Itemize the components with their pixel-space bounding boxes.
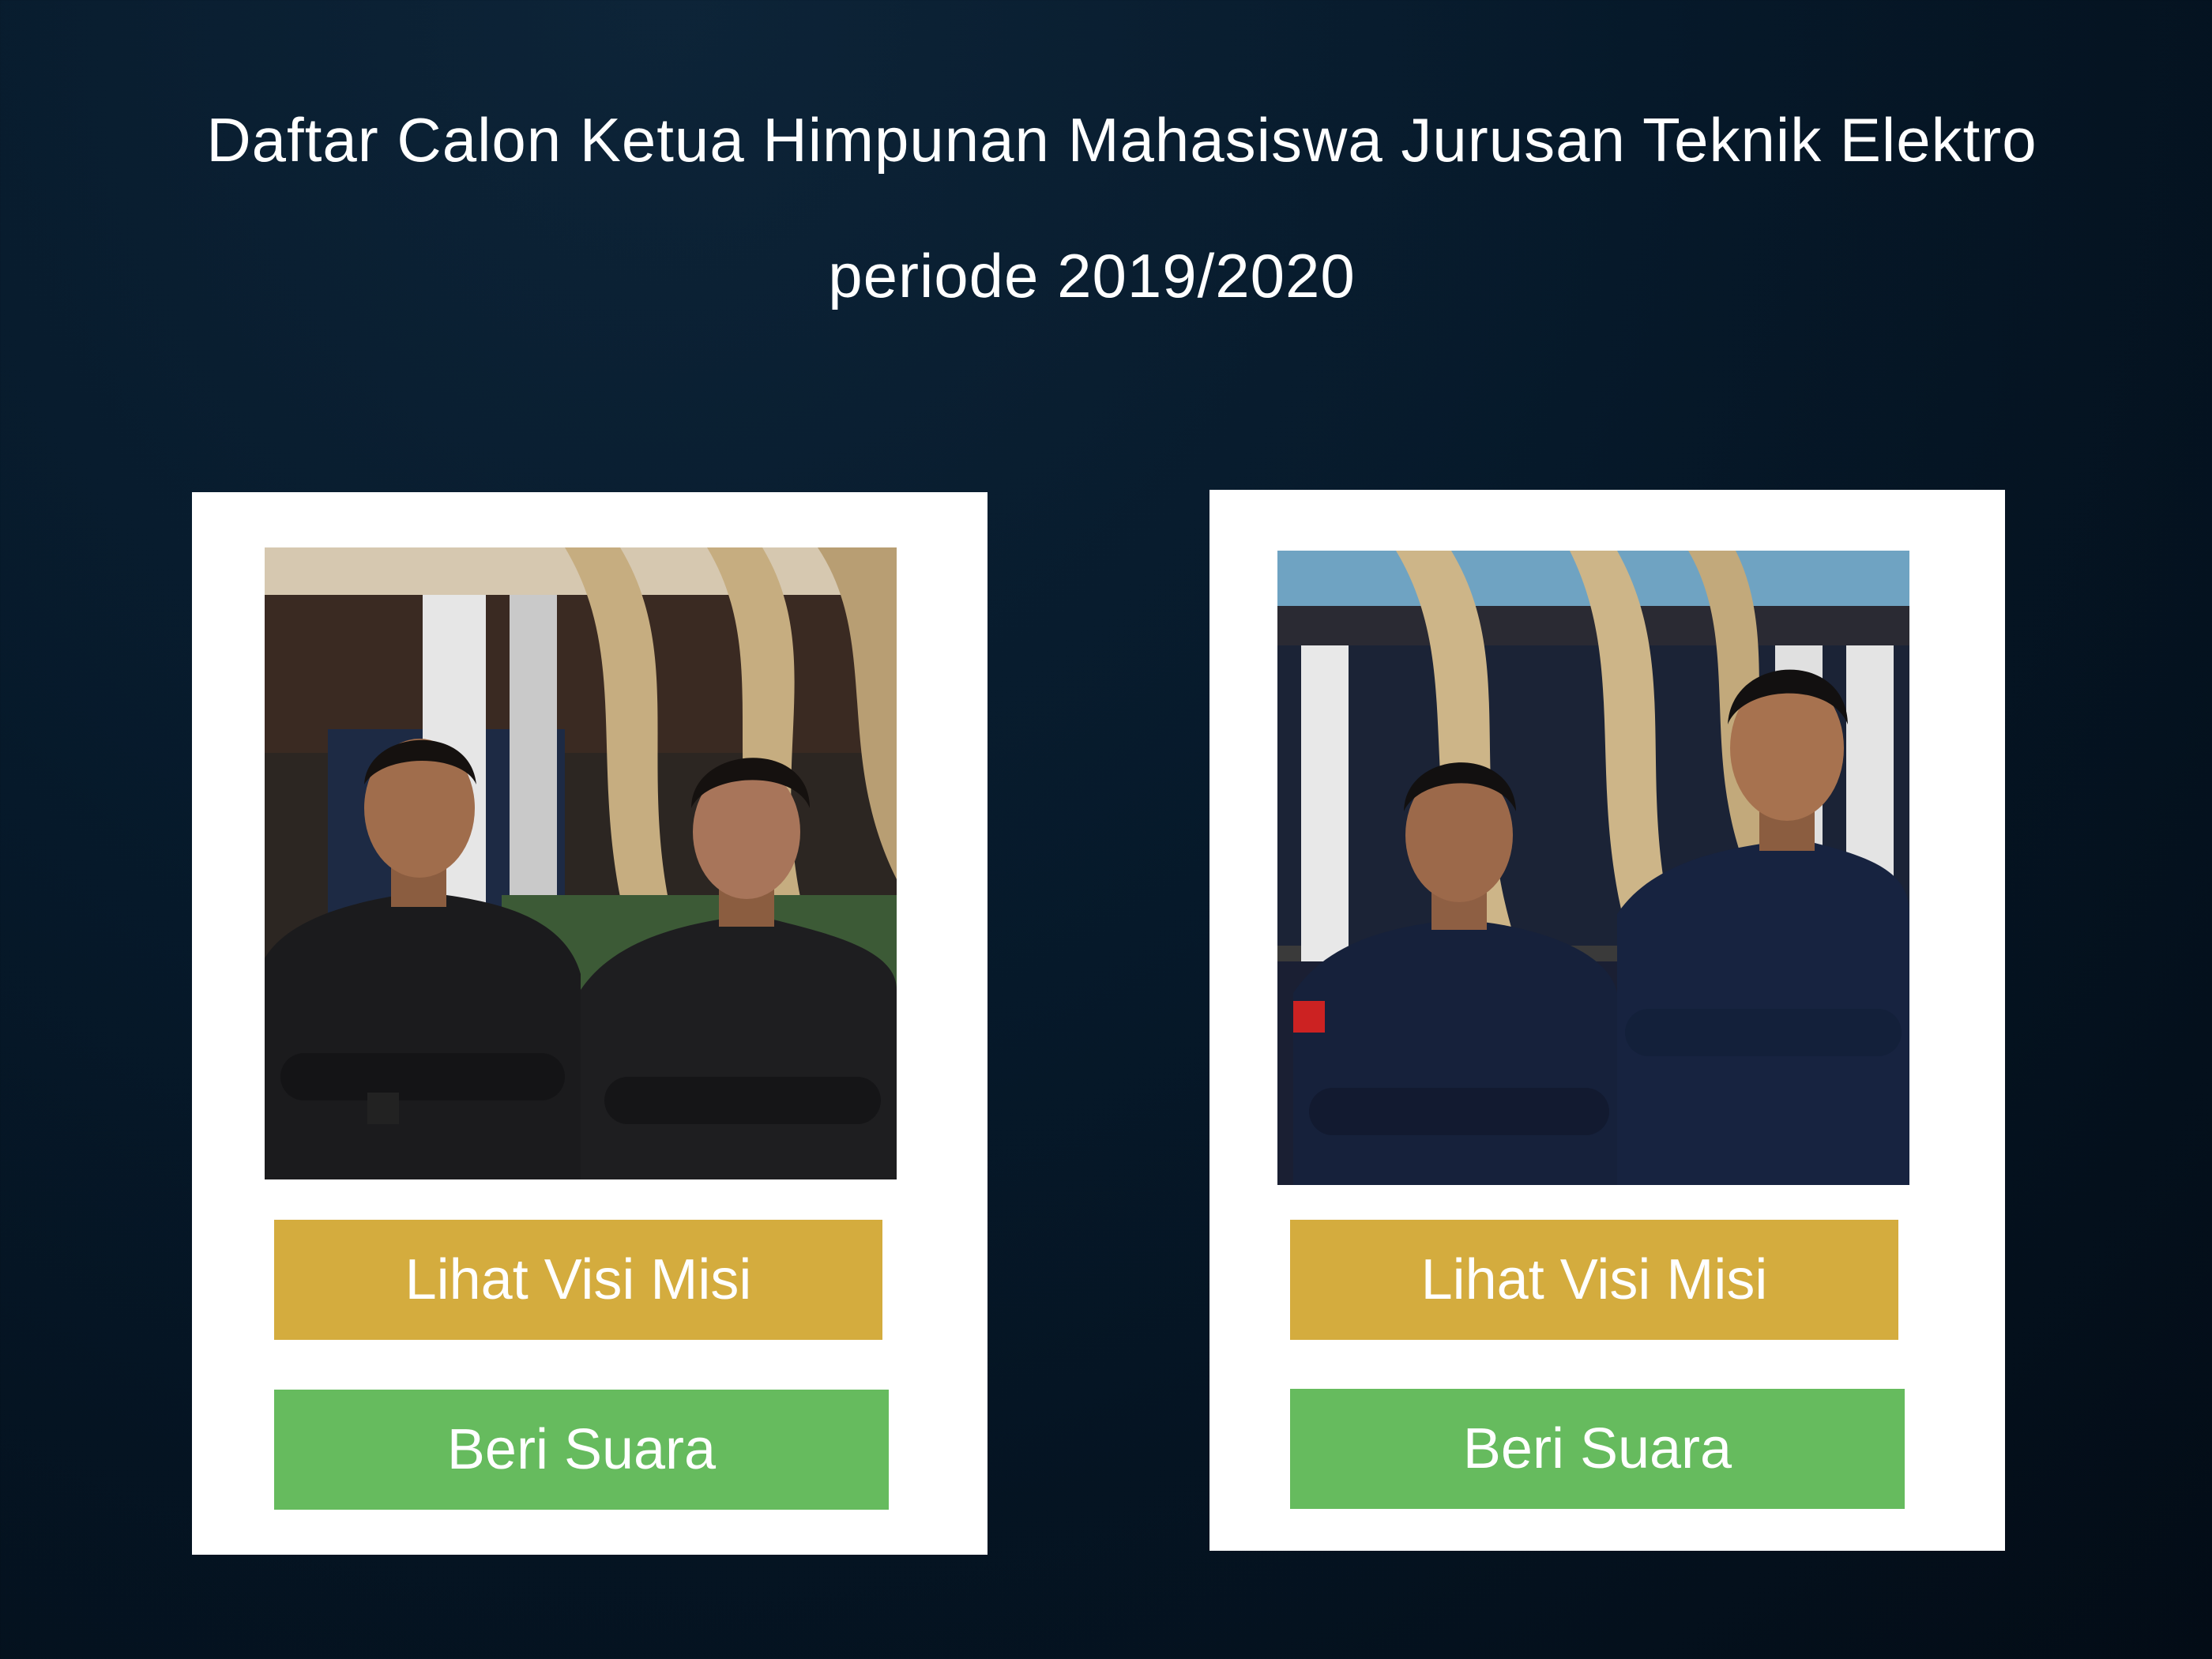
candidate-card-1: Lihat Visi Misi Beri Suara: [192, 492, 988, 1555]
candidate-photo-2: [1277, 551, 1909, 1185]
vote-button-2[interactable]: Beri Suara: [1290, 1389, 1905, 1509]
view-vision-mission-button-2[interactable]: Lihat Visi Misi: [1290, 1220, 1898, 1340]
candidate-card-2: Lihat Visi Misi Beri Suara: [1209, 490, 2005, 1551]
page-subtitle-period: periode 2019/2020: [828, 241, 1356, 310]
view-vision-mission-button-1[interactable]: Lihat Visi Misi: [274, 1220, 882, 1340]
vote-button-1[interactable]: Beri Suara: [274, 1390, 889, 1510]
candidate-photo-1: [265, 547, 897, 1179]
page-title: Daftar Calon Ketua Himpunan Mahasiswa Ju…: [206, 105, 2037, 175]
